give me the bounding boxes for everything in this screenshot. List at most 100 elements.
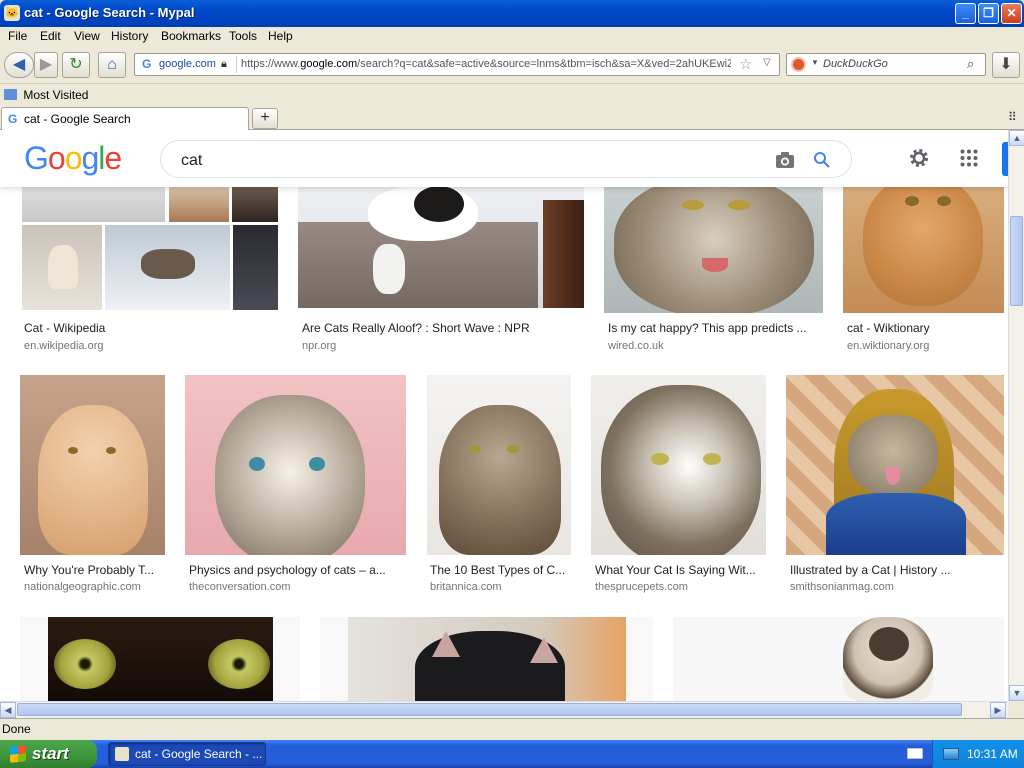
result-source[interactable]: smithsonianmag.com	[790, 581, 894, 593]
apps-grid-icon[interactable]	[960, 149, 978, 167]
result-image-wired[interactable]	[604, 186, 823, 313]
plus-icon: +	[260, 109, 270, 126]
result-source[interactable]: npr.org	[302, 340, 336, 352]
search-bar[interactable]: ▼ DuckDuckGo ⌕	[786, 53, 986, 76]
url-bar[interactable]: G google.com 🔒︎ https://www.google.com/s…	[134, 53, 780, 76]
menu-view[interactable]: View	[74, 29, 100, 43]
vertical-scrollbar[interactable]: ▲ ▼	[1008, 130, 1024, 701]
result-caption[interactable]: What Your Cat Is Saying Wit...	[595, 563, 765, 577]
menu-history[interactable]: History	[111, 29, 148, 43]
search-icon[interactable]	[813, 151, 831, 169]
result-image-wikipedia[interactable]	[22, 186, 278, 310]
tab-list-icon[interactable]: ⠿	[1008, 110, 1017, 124]
app-icon: 🐱	[4, 5, 20, 21]
maximize-button[interactable]: ❐	[978, 3, 999, 24]
title-bar[interactable]: 🐱 cat - Google Search - Mypal _ ❐ ✕	[0, 0, 1024, 27]
back-button[interactable]: ◀	[4, 52, 34, 78]
taskbar-item-label: cat - Google Search - ...	[135, 747, 263, 761]
search-query[interactable]: cat	[181, 152, 202, 170]
result-caption[interactable]: Illustrated by a Cat | History ...	[790, 563, 1004, 577]
result-source[interactable]: thesprucepets.com	[595, 581, 688, 593]
google-logo[interactable]: Google	[24, 140, 122, 177]
result-caption[interactable]: Cat - Wikipedia	[24, 321, 274, 335]
url-prefix: https://www.	[241, 58, 301, 70]
keyboard-icon[interactable]	[907, 748, 923, 759]
search-bar-placeholder: DuckDuckGo	[823, 58, 888, 70]
system-tray: 10:31 AM	[907, 740, 1024, 768]
search-engine-dropdown-icon[interactable]: ▼	[811, 58, 819, 67]
result-image-black-cat-eyes[interactable]	[20, 617, 300, 701]
site-identity[interactable]: G google.com 🔒︎	[137, 56, 237, 73]
close-button[interactable]: ✕	[1001, 3, 1022, 24]
back-arrow-icon: ◀	[12, 56, 26, 73]
gear-icon[interactable]	[908, 147, 930, 169]
horizontal-scroll-thumb[interactable]	[17, 703, 962, 716]
downloads-button[interactable]: ⬇	[992, 52, 1020, 78]
result-image-britannica[interactable]	[427, 375, 571, 555]
status-text: Done	[2, 722, 31, 736]
result-caption[interactable]: Why You're Probably T...	[24, 563, 164, 577]
minimize-button[interactable]: _	[955, 3, 976, 24]
new-tab-button[interactable]: +	[252, 108, 278, 129]
scroll-down-button[interactable]: ▼	[1009, 685, 1024, 701]
clock[interactable]: 10:31 AM	[967, 740, 1018, 768]
windows-flag-icon	[10, 745, 26, 763]
reload-button[interactable]: ↻	[62, 52, 90, 78]
menu-bar: File Edit View History Bookmarks Tools H…	[0, 27, 1024, 46]
result-caption[interactable]: cat - Wiktionary	[847, 321, 1007, 335]
menu-tools[interactable]: Tools	[229, 29, 257, 43]
google-search-box[interactable]: cat	[160, 140, 852, 178]
home-button[interactable]: ⌂	[98, 52, 126, 78]
menu-help[interactable]: Help	[268, 29, 293, 43]
scroll-right-button[interactable]: ▶	[990, 702, 1006, 718]
menu-edit[interactable]: Edit	[40, 29, 61, 43]
browser-window: 🐱 cat - Google Search - Mypal _ ❐ ✕ File…	[0, 0, 1024, 740]
result-image-npr[interactable]	[298, 186, 584, 308]
result-source[interactable]: en.wiktionary.org	[847, 340, 929, 352]
menu-file[interactable]: File	[8, 29, 27, 43]
result-image-natgeo[interactable]	[20, 375, 165, 555]
forward-button[interactable]: ▶	[34, 52, 58, 78]
result-source[interactable]: wired.co.uk	[608, 340, 664, 352]
camera-icon[interactable]	[775, 151, 795, 169]
result-source[interactable]: nationalgeographic.com	[24, 581, 141, 593]
most-visited-folder[interactable]: Most Visited	[4, 88, 88, 102]
result-image-wiktionary[interactable]	[843, 186, 1004, 313]
result-caption[interactable]: The 10 Best Types of C...	[430, 563, 570, 577]
taskbar-item-browser[interactable]: cat - Google Search - ...	[108, 742, 266, 766]
result-image-black-cat[interactable]	[320, 617, 653, 701]
result-image-spruce[interactable]	[591, 375, 766, 555]
start-button[interactable]: start	[0, 740, 97, 768]
url-text[interactable]: https://www.google.com/search?q=cat&safe…	[241, 57, 731, 72]
vertical-scroll-thumb[interactable]	[1010, 216, 1023, 306]
scroll-left-button[interactable]: ◀	[0, 702, 16, 718]
bookmarks-toolbar: Most Visited	[0, 85, 1024, 106]
result-image-smithsonian[interactable]	[786, 375, 1004, 555]
result-image-conversation[interactable]	[185, 375, 406, 555]
taskbar: start cat - Google Search - ... 10:31 AM	[0, 740, 1024, 768]
result-source[interactable]: en.wikipedia.org	[24, 340, 104, 352]
result-caption[interactable]: Physics and psychology of cats – a...	[189, 563, 404, 577]
horizontal-scrollbar[interactable]: ◀ ▶	[0, 701, 1008, 718]
result-source[interactable]: theconversation.com	[189, 581, 291, 593]
bookmark-star-icon[interactable]: ☆	[739, 55, 752, 73]
scroll-up-button[interactable]: ▲	[1009, 130, 1024, 146]
duckduckgo-icon[interactable]	[791, 57, 806, 72]
result-source[interactable]: britannica.com	[430, 581, 502, 593]
result-caption[interactable]: Is my cat happy? This app predicts ...	[608, 321, 823, 335]
page-content: Google cat Cat - Wikipedia en.wikipedia.…	[0, 130, 1008, 701]
search-go-icon[interactable]: ⌕	[967, 56, 974, 72]
down-arrow-icon: ▼	[1012, 688, 1022, 698]
result-image-himalayan-cat[interactable]	[673, 617, 1004, 701]
network-icon[interactable]	[943, 748, 959, 760]
url-dropdown-icon[interactable]: ▽	[763, 57, 771, 68]
menu-bookmarks[interactable]: Bookmarks	[161, 29, 221, 43]
up-arrow-icon: ▲	[1012, 133, 1022, 143]
app-icon	[115, 747, 129, 761]
result-caption[interactable]: Are Cats Really Aloof? : Short Wave : NP…	[302, 321, 592, 335]
most-visited-label: Most Visited	[23, 88, 89, 102]
url-host: google.com	[300, 58, 358, 70]
account-button[interactable]	[1002, 142, 1008, 176]
tab-cat-google-search[interactable]: G cat - Google Search	[1, 107, 249, 130]
folder-icon	[4, 89, 17, 100]
